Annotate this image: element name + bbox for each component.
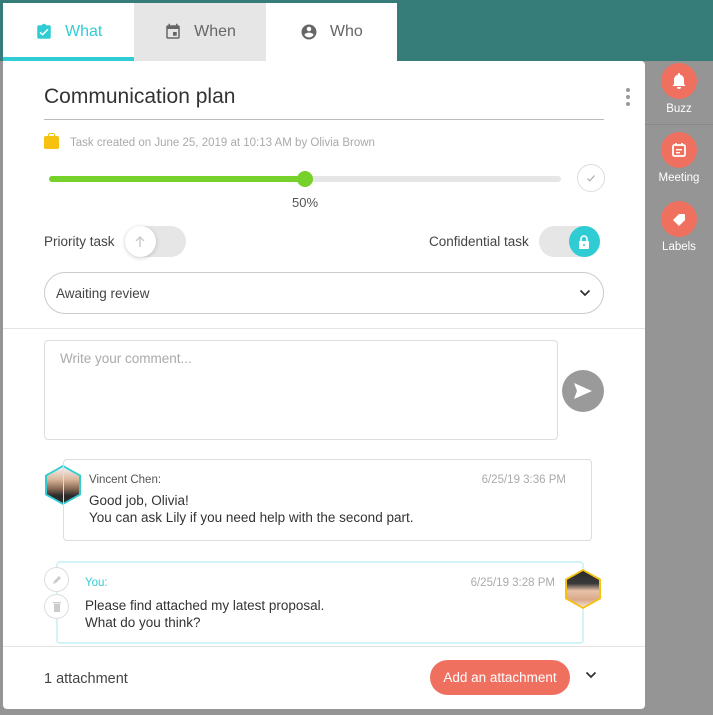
comment-input[interactable] — [44, 340, 558, 440]
priority-row: Priority task — [44, 226, 186, 257]
user-circle-icon — [301, 24, 317, 40]
arrow-up-icon — [135, 235, 145, 247]
tag-icon — [661, 201, 697, 237]
add-attachment-button[interactable]: Add an attachment — [430, 660, 570, 695]
title-field[interactable]: Communication plan — [44, 83, 604, 120]
bell-icon — [661, 63, 697, 99]
comment-author: Vincent Chen: — [89, 474, 162, 486]
comment-line: Good job, Olivia! — [89, 493, 189, 508]
delete-comment-button[interactable] — [44, 594, 69, 619]
tab-who[interactable]: Who — [266, 3, 397, 61]
right-sidebar: Buzz Meeting Labels — [645, 61, 713, 715]
comment-item: Vincent Chen: 6/25/19 3:36 PM Good job, … — [63, 459, 592, 541]
comment-line: What do you think? — [85, 615, 201, 630]
send-icon — [574, 383, 592, 399]
comment-body: Please find attached my latest proposal.… — [85, 597, 324, 631]
comment-time: 6/25/19 3:36 PM — [481, 474, 566, 486]
progress-label: 50% — [291, 195, 319, 210]
task-created-text: Task created on June 25, 2019 at 10:13 A… — [70, 136, 375, 149]
priority-label: Priority task — [44, 234, 115, 249]
attachment-count: 1 attachment — [44, 671, 128, 687]
more-options-icon[interactable] — [623, 88, 633, 106]
status-select[interactable]: Awaiting review — [44, 272, 604, 314]
comment-author: You: — [85, 577, 108, 589]
comment-item-own: You: 6/25/19 3:28 PM Please find attache… — [56, 561, 584, 644]
tab-label: Who — [329, 23, 363, 40]
pencil-icon — [52, 575, 61, 584]
priority-knob — [124, 226, 156, 257]
tab-what[interactable]: What — [3, 3, 135, 61]
tab-label: When — [194, 23, 236, 40]
sidebar-label: Labels — [662, 241, 696, 253]
sidebar-label: Buzz — [666, 103, 692, 115]
tab-label: What — [64, 23, 103, 40]
sidebar-divider — [645, 124, 713, 125]
chevron-down-icon — [579, 289, 591, 297]
task-meta: Task created on June 25, 2019 at 10:13 A… — [44, 133, 375, 149]
calendar-icon — [166, 23, 180, 39]
priority-toggle[interactable] — [124, 226, 186, 257]
progress-fill — [49, 176, 305, 182]
confidential-toggle[interactable] — [538, 226, 600, 257]
edit-comment-button[interactable] — [44, 567, 69, 592]
sidebar-item-labels[interactable]: Labels — [645, 201, 713, 253]
calendar-note-icon — [661, 132, 697, 168]
mark-done-button[interactable] — [577, 164, 605, 192]
comment-line: Please find attached my latest proposal. — [85, 598, 325, 613]
status-value: Awaiting review — [56, 285, 150, 301]
comment-body: Good job, Olivia! You can ask Lily if yo… — [89, 492, 413, 526]
confidential-knob — [568, 226, 600, 257]
divider — [3, 328, 645, 329]
confidential-label: Confidential task — [429, 234, 529, 249]
trash-icon — [52, 601, 61, 612]
comment-time: 6/25/19 3:28 PM — [470, 577, 555, 589]
comment-line: You can ask Lily if you need help with t… — [89, 510, 414, 525]
attachments-footer: 1 attachment Add an attachment — [3, 646, 645, 709]
progress-thumb[interactable] — [297, 171, 313, 187]
clipboard-check-icon — [37, 23, 51, 39]
lock-icon — [579, 234, 590, 249]
confidential-row: Confidential task — [429, 226, 600, 257]
sidebar-item-meeting[interactable]: Meeting — [645, 132, 713, 184]
check-icon — [587, 175, 595, 182]
sidebar-item-buzz[interactable]: Buzz — [645, 63, 713, 115]
sidebar-label: Meeting — [658, 172, 700, 184]
tab-when[interactable]: When — [134, 3, 266, 61]
expand-attachments-icon[interactable] — [585, 671, 597, 679]
progress-slider[interactable] — [49, 171, 561, 187]
send-comment-button[interactable] — [562, 370, 604, 412]
task-title[interactable]: Communication plan — [44, 83, 604, 111]
task-panel: Communication plan Task created on June … — [3, 61, 645, 709]
tab-bar: What When Who — [3, 3, 397, 61]
briefcase-icon — [44, 133, 59, 149]
